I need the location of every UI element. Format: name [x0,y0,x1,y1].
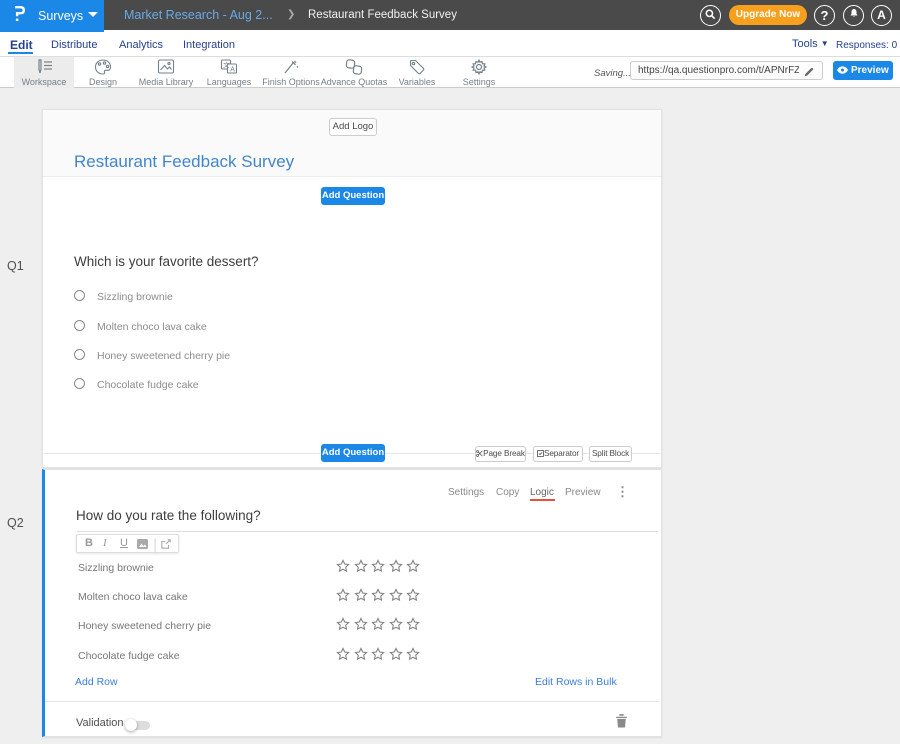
svg-text:A: A [230,67,235,74]
svg-text:文: 文 [223,60,230,69]
